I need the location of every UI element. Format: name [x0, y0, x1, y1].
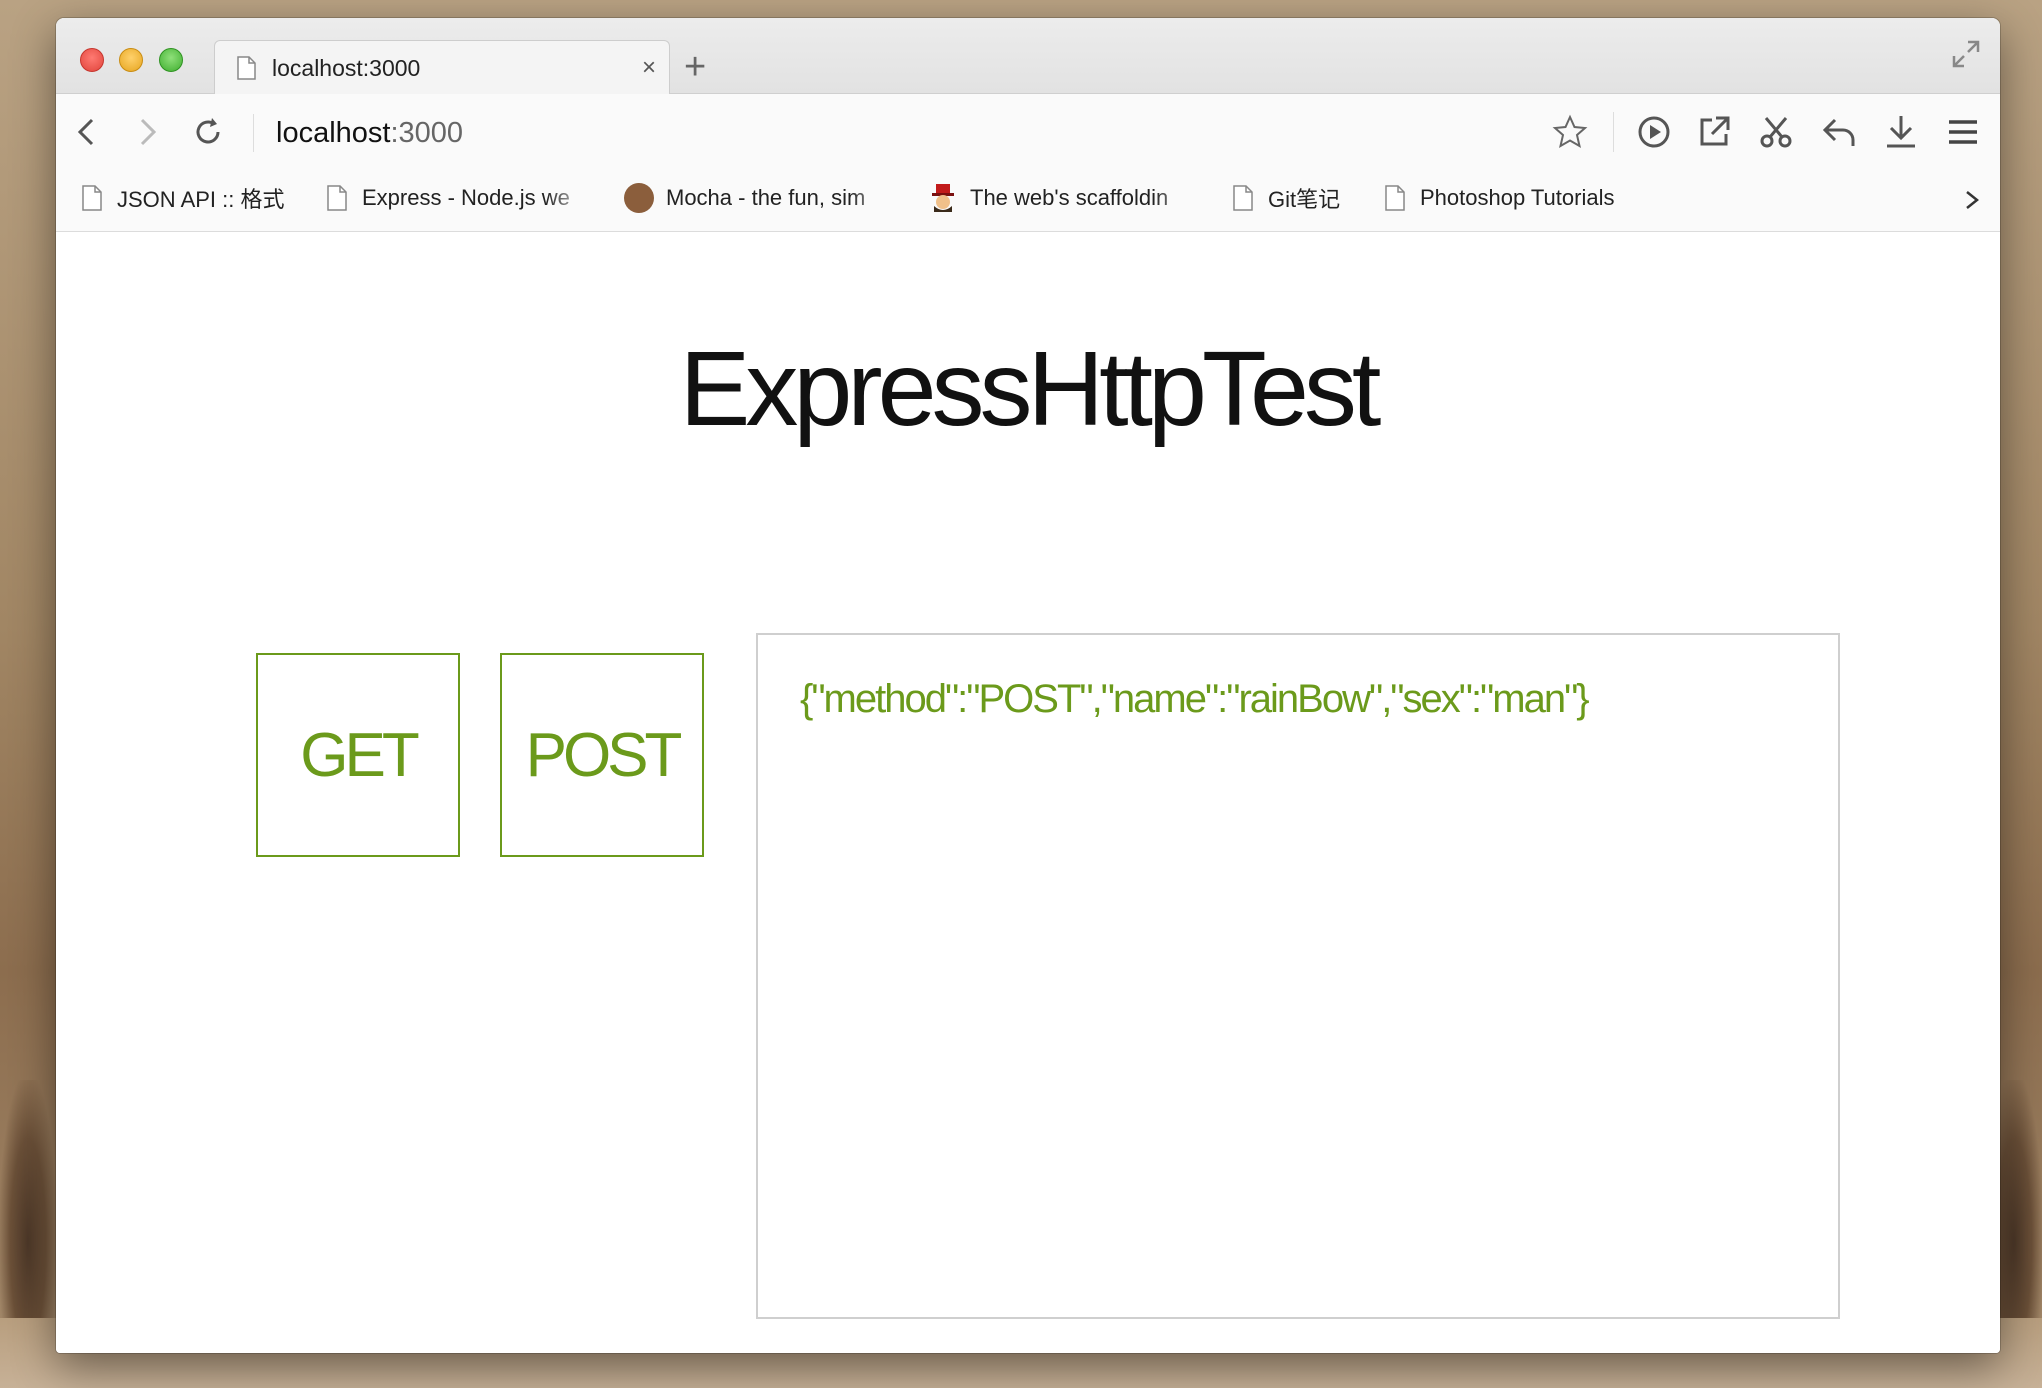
address-port: :3000 [390, 117, 464, 149]
browser-window: localhost:3000 × + localhost:3000 JSON A… [56, 18, 2000, 1353]
window-close-button[interactable] [80, 48, 104, 72]
download-icon[interactable] [1881, 112, 1921, 152]
page-icon [1233, 185, 1253, 211]
page-title-text: ExpressHttpTest [679, 330, 1382, 448]
scissors-icon[interactable] [1756, 112, 1796, 152]
page-content: ExpressHttpTest GET POST {"method":"POST… [56, 233, 2000, 1353]
response-output-box: {"method":"POST","name":"rainBow","sex":… [756, 633, 1840, 1319]
menu-icon[interactable] [1943, 112, 1983, 152]
bookmark-label: Photoshop Tutorials [1420, 185, 1615, 210]
chevron-right-icon[interactable] [1958, 184, 1986, 216]
address-host: localhost [276, 117, 391, 149]
back-arrow-icon[interactable] [68, 114, 104, 150]
response-output-text: {"method":"POST","name":"rainBow","sex":… [800, 677, 1590, 721]
bookmark-label: Git笔记 [1268, 187, 1341, 212]
tab-title: localhost:3000 [272, 54, 421, 81]
fullscreen-icon[interactable] [1950, 38, 1982, 70]
tab-localhost[interactable]: localhost:3000 × [214, 40, 670, 95]
play-icon[interactable] [1634, 112, 1674, 152]
page-icon [82, 185, 102, 211]
reload-icon[interactable] [190, 114, 226, 150]
toolbar-divider [1613, 112, 1614, 152]
new-tab-button[interactable]: + [684, 48, 706, 86]
external-link-icon[interactable] [1694, 112, 1734, 152]
omnibox-divider [253, 114, 254, 152]
bookmark-item[interactable]: Git笔记 [1232, 182, 1340, 214]
tab-strip: localhost:3000 × + [56, 18, 2000, 95]
desktop-background-left [0, 1080, 56, 1350]
bookmark-label: JSON API :: 格式 [117, 187, 285, 212]
yeoman-icon [932, 184, 954, 212]
tab-close-icon[interactable]: × [629, 54, 669, 82]
toolbar: localhost:3000 [56, 94, 2000, 170]
get-button[interactable]: GET [256, 653, 460, 857]
bookmark-label: Express - Node.js we [362, 185, 570, 210]
address-bar[interactable]: localhost:3000 [276, 112, 463, 154]
page-icon [237, 56, 256, 80]
bookmark-item[interactable]: The web's scaffoldin [928, 182, 1268, 214]
bookmark-label: The web's scaffoldin [970, 185, 1169, 210]
page-icon [327, 185, 347, 211]
bookmark-item[interactable]: Express - Node.js we [326, 182, 656, 214]
bookmark-item[interactable]: JSON API :: 格式 [81, 182, 284, 214]
bookmark-star-icon[interactable] [1550, 112, 1590, 152]
mocha-icon [624, 183, 654, 213]
post-button[interactable]: POST [500, 653, 704, 857]
bookmark-label: Mocha - the fun, sim [666, 185, 866, 210]
forward-arrow-icon[interactable] [130, 114, 166, 150]
bookmark-item[interactable]: Photoshop Tutorials [1384, 182, 1614, 214]
bookmarks-bar: JSON API :: 格式 Express - Node.js we Moch… [56, 170, 2000, 232]
page-title: ExpressHttpTest [56, 329, 2000, 450]
reply-icon[interactable] [1819, 112, 1859, 152]
window-minimize-button[interactable] [119, 48, 143, 72]
bookmark-item[interactable]: Mocha - the fun, sim [624, 182, 954, 214]
page-icon [1385, 185, 1405, 211]
window-zoom-button[interactable] [159, 48, 183, 72]
